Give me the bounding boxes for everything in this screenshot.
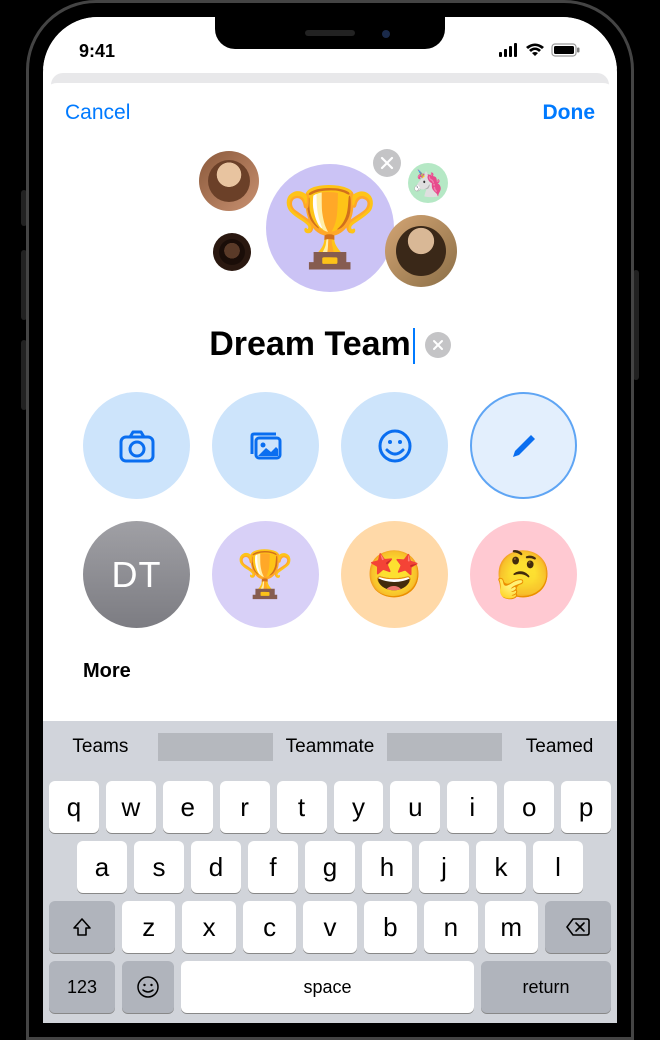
key-g[interactable]: g (305, 841, 355, 893)
unicorn-icon: 🦄 (412, 168, 444, 199)
initials-preset[interactable]: DT (83, 521, 190, 628)
pencil-icon (507, 429, 541, 463)
key-m[interactable]: m (485, 901, 538, 953)
trophy-icon: 🏆 (281, 182, 378, 274)
key-v[interactable]: v (303, 901, 356, 953)
thinking-face-icon: 🤔 (495, 547, 552, 602)
cellular-icon (499, 41, 519, 62)
key-emoji[interactable] (122, 961, 174, 1013)
key-u[interactable]: u (390, 781, 440, 833)
key-s[interactable]: s (134, 841, 184, 893)
key-p[interactable]: p (561, 781, 611, 833)
key-shift[interactable] (49, 901, 115, 953)
star-eyes-icon: 🤩 (366, 547, 423, 602)
key-h[interactable]: h (362, 841, 412, 893)
key-b[interactable]: b (364, 901, 417, 953)
trophy-icon: 🏆 (237, 547, 294, 602)
done-button[interactable]: Done (543, 101, 596, 125)
key-j[interactable]: j (419, 841, 469, 893)
prediction-1[interactable]: Teams (43, 736, 158, 758)
key-return[interactable]: return (481, 961, 611, 1013)
smiley-icon (373, 424, 417, 468)
key-t[interactable]: t (277, 781, 327, 833)
starry-preset[interactable]: 🤩 (341, 521, 448, 628)
backspace-icon (565, 917, 591, 937)
key-c[interactable]: c (243, 901, 296, 953)
group-avatar-cluster: 🏆 🦄 (43, 143, 617, 313)
photos-icon (244, 424, 288, 468)
key-space[interactable]: space (181, 961, 474, 1013)
key-a[interactable]: a (77, 841, 127, 893)
group-photo-main[interactable]: 🏆 (266, 164, 394, 292)
edit-pencil-button[interactable] (470, 392, 577, 499)
cancel-button[interactable]: Cancel (65, 101, 130, 125)
clear-name-button[interactable] (425, 332, 451, 358)
member-avatar-2 (213, 233, 251, 271)
key-numbers[interactable]: 123 (49, 961, 115, 1013)
key-x[interactable]: x (182, 901, 235, 953)
camera-icon (115, 424, 159, 468)
key-q[interactable]: q (49, 781, 99, 833)
photo-options-grid: DT 🏆 🤩 🤔 (43, 364, 617, 646)
key-i[interactable]: i (447, 781, 497, 833)
battery-icon (551, 41, 581, 62)
edit-group-sheet: Cancel Done 🏆 🦄 Dream Team (43, 83, 617, 1023)
phone-frame: 9:41 Cancel Done 🏆 (26, 0, 634, 1040)
key-f[interactable]: f (248, 841, 298, 893)
text-cursor (413, 328, 415, 364)
key-k[interactable]: k (476, 841, 526, 893)
key-z[interactable]: z (122, 901, 175, 953)
notch (215, 17, 445, 49)
member-avatar-3: 🦄 (408, 163, 448, 203)
member-avatar-4 (385, 215, 457, 287)
thinking-preset[interactable]: 🤔 (470, 521, 577, 628)
key-e[interactable]: e (163, 781, 213, 833)
remove-photo-button[interactable] (373, 149, 401, 177)
key-w[interactable]: w (106, 781, 156, 833)
screen: 9:41 Cancel Done 🏆 (43, 17, 617, 1023)
key-n[interactable]: n (424, 901, 477, 953)
prediction-2[interactable]: Teammate (273, 736, 388, 758)
key-backspace[interactable] (545, 901, 611, 953)
member-avatar-1 (199, 151, 259, 211)
more-section-label: More (43, 646, 617, 683)
shift-icon (71, 916, 93, 938)
key-d[interactable]: d (191, 841, 241, 893)
prediction-3[interactable]: Teamed (502, 736, 617, 758)
key-y[interactable]: y (334, 781, 384, 833)
prediction-bar: Teams Teammate Teamed (43, 721, 617, 773)
key-r[interactable]: r (220, 781, 270, 833)
camera-button[interactable] (83, 392, 190, 499)
keyboard: Teams Teammate Teamed q w e r t y u i o (43, 721, 617, 1023)
emoji-button[interactable] (341, 392, 448, 499)
emoji-keyboard-icon (135, 974, 161, 1000)
photo-library-button[interactable] (212, 392, 319, 499)
group-name-input[interactable]: Dream Team (209, 325, 415, 364)
key-l[interactable]: l (533, 841, 583, 893)
trophy-preset[interactable]: 🏆 (212, 521, 319, 628)
key-o[interactable]: o (504, 781, 554, 833)
wifi-icon (525, 41, 545, 62)
status-time: 9:41 (79, 41, 115, 62)
